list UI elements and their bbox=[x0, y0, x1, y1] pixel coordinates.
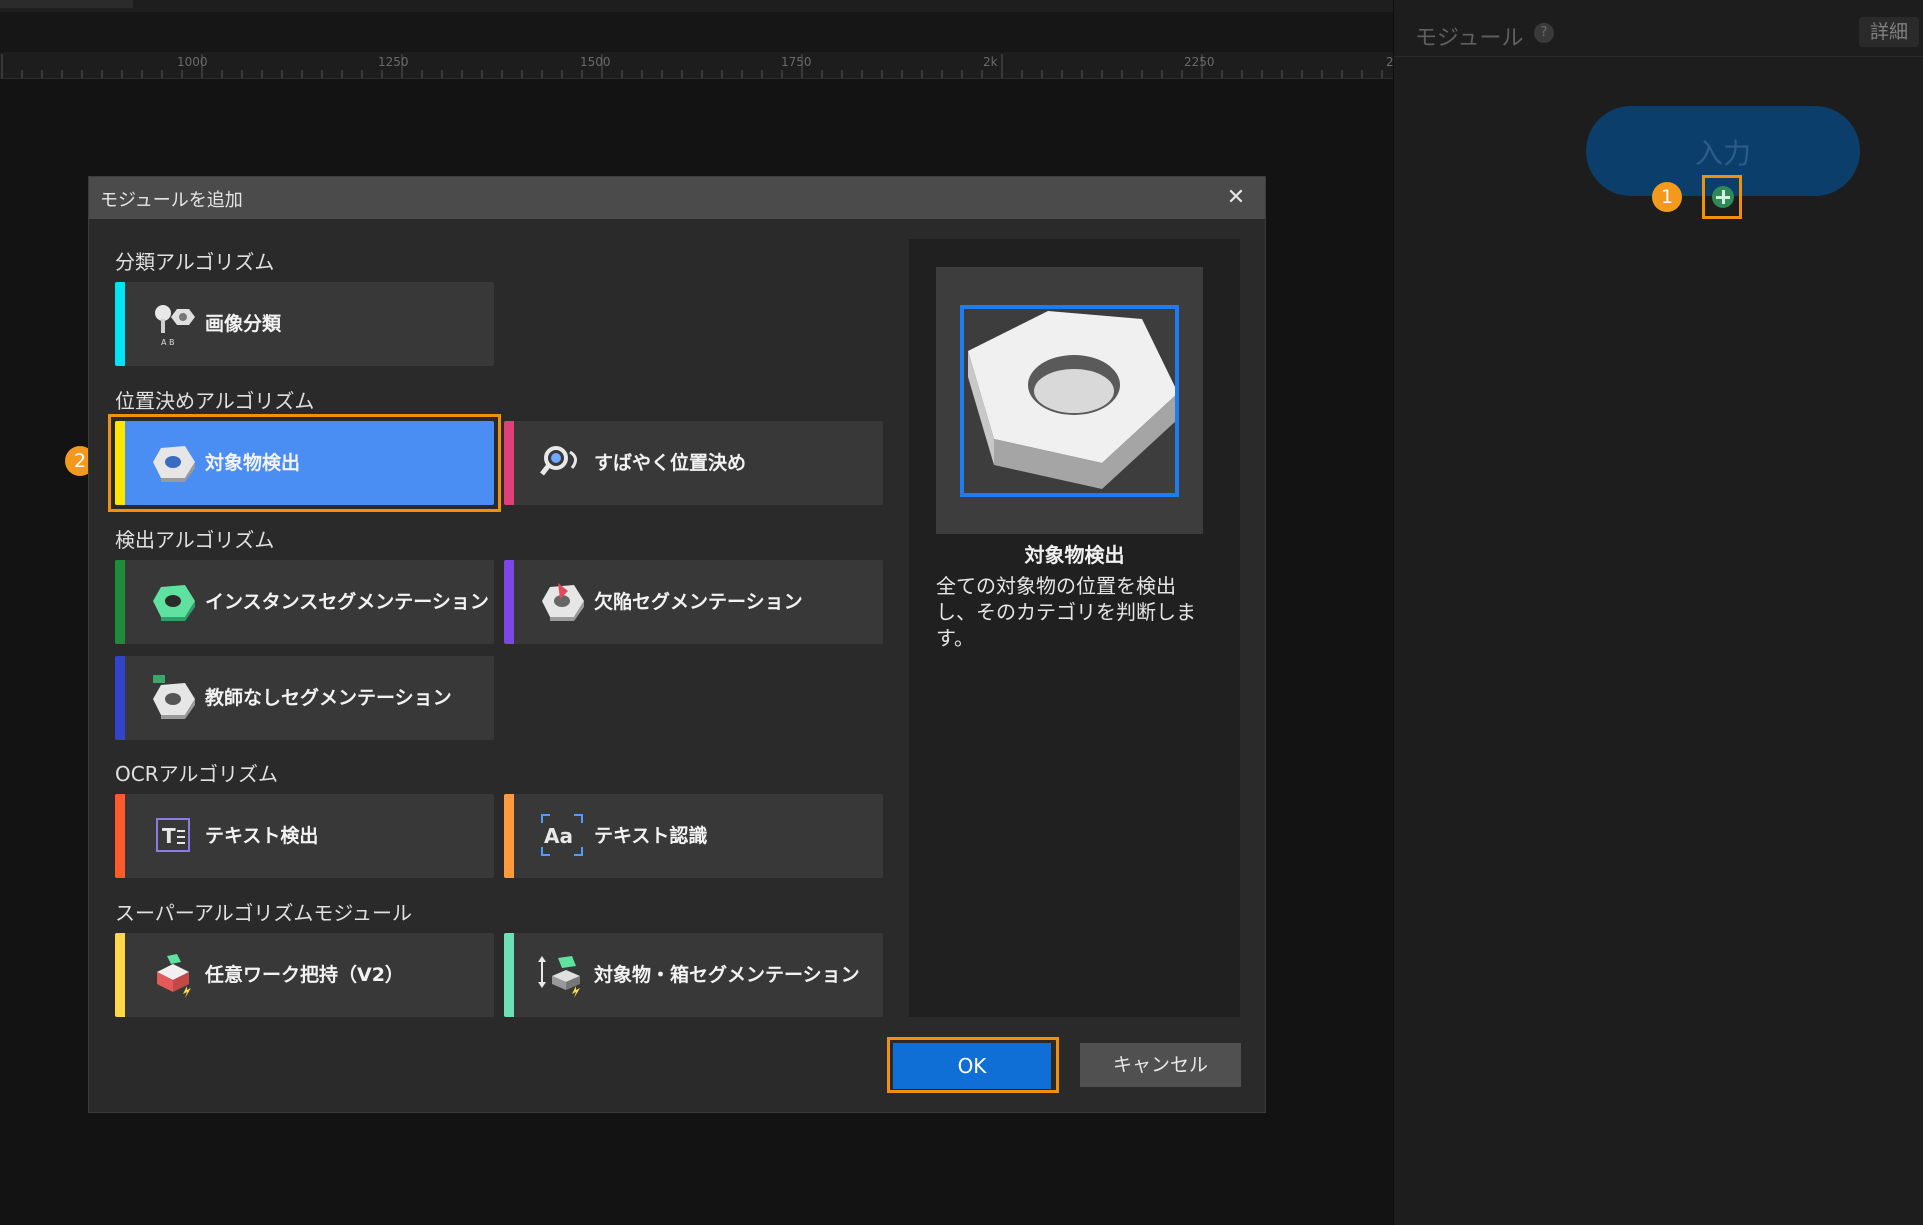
editor-tab[interactable] bbox=[0, 0, 133, 8]
dialog-title: モジュールを追加 bbox=[100, 190, 243, 211]
card-defect-segmentation[interactable]: 欠陥セグメンテーション bbox=[504, 560, 883, 644]
module-panel-title: モジュール bbox=[1415, 26, 1524, 51]
hex-nut-preview-icon bbox=[960, 305, 1179, 497]
grasp-icon bbox=[157, 954, 191, 998]
card-label: 対象物・箱セグメンテーション bbox=[594, 964, 860, 986]
icon-t-label: T bbox=[162, 824, 176, 848]
card-accent bbox=[504, 794, 514, 878]
icon-ab-label: A B bbox=[161, 338, 175, 347]
card-accent bbox=[504, 560, 514, 644]
module-panel: モジュール ? 詳細 入力 1 bbox=[1393, 0, 1923, 1225]
section-positioning: 位置決めアルゴリズム bbox=[115, 389, 315, 413]
card-accent bbox=[115, 560, 125, 644]
card-label: テキスト検出 bbox=[205, 825, 319, 847]
close-icon[interactable]: ✕ bbox=[1219, 181, 1253, 215]
defect-nut-icon bbox=[542, 583, 584, 621]
card-accent bbox=[504, 933, 514, 1017]
unsupervised-nut-icon bbox=[153, 675, 195, 719]
ruler-label: 2250 bbox=[1184, 55, 1215, 69]
ruler-label: 1500 bbox=[580, 55, 611, 69]
ruler-label: 1250 bbox=[378, 55, 409, 69]
section-ocr: OCRアルゴリズム bbox=[115, 762, 279, 786]
horizontal-ruler: 1000 1250 1500 1750 2k 2250 2 bbox=[0, 52, 1393, 79]
text-recognition-icon: Aa bbox=[541, 814, 583, 856]
top-strip bbox=[0, 0, 1393, 12]
ok-button[interactable]: OK bbox=[893, 1043, 1051, 1089]
dialog-titlebar: モジュールを追加 ✕ bbox=[89, 177, 1265, 219]
card-label: すばやく位置決め bbox=[594, 452, 747, 474]
add-module-highlight bbox=[1702, 175, 1742, 219]
module-preview-panel: 対象物検出 全ての対象物の位置を検出し、そのカテゴリを判断します。 bbox=[909, 239, 1240, 1017]
card-label: テキスト認識 bbox=[594, 825, 708, 847]
preview-image bbox=[936, 267, 1203, 534]
ruler-label: 2k bbox=[983, 55, 998, 69]
image-classification-icon: A B bbox=[155, 305, 195, 347]
module-panel-header: モジュール ? 詳細 bbox=[1394, 12, 1923, 57]
input-node-label: 入力 bbox=[1694, 137, 1751, 170]
card-accent bbox=[115, 794, 125, 878]
ruler-label: 2 bbox=[1386, 55, 1393, 69]
card-instance-segmentation[interactable]: インスタンスセグメンテーション bbox=[115, 560, 494, 644]
step-badge-1: 1 bbox=[1652, 182, 1682, 212]
preview-description: 全ての対象物の位置を検出し、そのカテゴリを判断します。 bbox=[936, 574, 1196, 650]
card-unsupervised-segmentation[interactable]: 教師なしセグメンテーション bbox=[115, 656, 494, 740]
section-classification: 分類アルゴリズム bbox=[115, 250, 275, 274]
card-accent bbox=[115, 656, 125, 740]
card-fast-positioning[interactable]: すばやく位置決め bbox=[504, 421, 883, 505]
card-text-recognition[interactable]: Aa テキスト認識 bbox=[504, 794, 883, 878]
section-detection: 検出アルゴリズム bbox=[115, 528, 275, 552]
section-super: スーパーアルゴリズムモジュール bbox=[115, 901, 412, 925]
ruler-label: 1000 bbox=[177, 55, 208, 69]
add-module-dialog: モジュールを追加 ✕ 分類アルゴリズム A B 画像分類 位置決めアルゴリズム … bbox=[88, 176, 1266, 1113]
card-object-box-segmentation[interactable]: 対象物・箱セグメンテーション bbox=[504, 933, 883, 1017]
card-accent bbox=[504, 421, 514, 505]
card-label: 任意ワーク把持（V2） bbox=[205, 964, 404, 986]
card-any-work-grasp[interactable]: 任意ワーク把持（V2） bbox=[115, 933, 494, 1017]
card-image-classification[interactable]: A B 画像分類 bbox=[115, 282, 494, 366]
text-detection-icon: T bbox=[156, 818, 190, 852]
card-accent bbox=[115, 282, 125, 366]
green-nut-icon bbox=[153, 585, 195, 621]
help-icon[interactable]: ? bbox=[1534, 23, 1554, 43]
cancel-button[interactable]: キャンセル bbox=[1080, 1043, 1241, 1087]
card-label: 教師なしセグメンテーション bbox=[205, 687, 452, 709]
ruler-svg: 1000 1250 1500 1750 2k 2250 2 bbox=[1, 54, 1393, 78]
card-label: インスタンスセグメンテーション bbox=[205, 591, 489, 613]
toolbar-area bbox=[0, 12, 1393, 52]
preview-module-name: 対象物検出 bbox=[1024, 543, 1125, 567]
card-label: 画像分類 bbox=[205, 313, 282, 335]
card-label: 欠陥セグメンテーション bbox=[594, 591, 803, 613]
ruler-label: 1750 bbox=[781, 55, 812, 69]
box-segmentation-icon bbox=[538, 956, 580, 998]
card-text-detection[interactable]: T テキスト検出 bbox=[115, 794, 494, 878]
icon-aa-label: Aa bbox=[544, 824, 573, 848]
detail-button[interactable]: 詳細 bbox=[1859, 17, 1919, 47]
card-accent bbox=[115, 933, 125, 1017]
add-module-plus-icon[interactable] bbox=[1712, 186, 1734, 208]
magnifier-icon bbox=[540, 446, 577, 476]
selected-card-highlight bbox=[108, 414, 501, 512]
